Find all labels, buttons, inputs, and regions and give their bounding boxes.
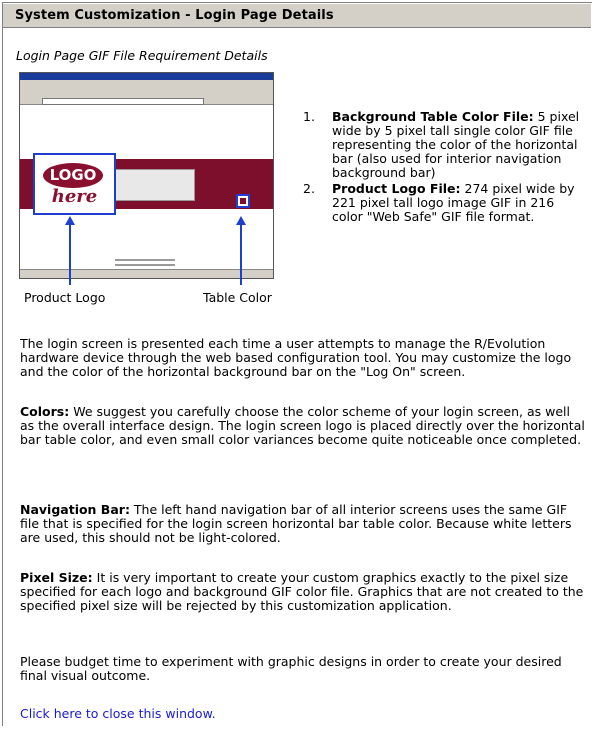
product-logo-highlight: LOGO here	[33, 153, 116, 215]
page-title: System Customization - Login Page Detail…	[15, 8, 334, 23]
table-color-highlight	[236, 194, 250, 208]
section-heading: Colors:	[20, 404, 70, 419]
section-subtitle: Login Page GIF File Requirement Details	[16, 48, 268, 63]
requirement-title: Background Table Color File:	[332, 109, 534, 124]
navigation-bar-paragraph: Navigation Bar: The left hand navigation…	[20, 502, 572, 546]
close-window-link[interactable]: Click here to close this window.	[20, 706, 216, 721]
illustration-addressbar	[20, 97, 273, 105]
colors-paragraph: Colors: We suggest you carefully choose …	[20, 404, 585, 448]
requirement-item: 1. Background Table Color File: 5 pixel …	[303, 109, 580, 180]
requirement-title: Product Logo File:	[332, 181, 461, 196]
page-header: System Customization - Login Page Detail…	[3, 4, 591, 28]
section-heading: Navigation Bar:	[20, 502, 130, 517]
caption-table-color: Table Color	[203, 290, 272, 305]
caption-product-logo: Product Logo	[24, 290, 106, 305]
section-heading: Pixel Size:	[20, 570, 93, 585]
illustration-statusbar	[20, 269, 273, 278]
requirements-list: 1. Background Table Color File: 5 pixel …	[295, 110, 585, 226]
closing-paragraph: Please budget time to experiment with gr…	[20, 654, 562, 684]
table-color-arrow	[240, 224, 242, 285]
product-logo-arrow	[69, 224, 71, 285]
illustration-login-form	[115, 169, 195, 201]
logo-image: LOGO	[43, 163, 103, 188]
logo-here-text: here	[51, 186, 98, 207]
intro-paragraph: The login screen is presented each time …	[20, 336, 572, 380]
login-screenshot-illustration: LOGO here	[19, 72, 274, 279]
illustration-titlebar	[20, 73, 273, 80]
requirement-item: 2. Product Logo File: 274 pixel wide by …	[303, 181, 575, 224]
pixel-size-paragraph: Pixel Size: It is very important to crea…	[20, 570, 584, 614]
